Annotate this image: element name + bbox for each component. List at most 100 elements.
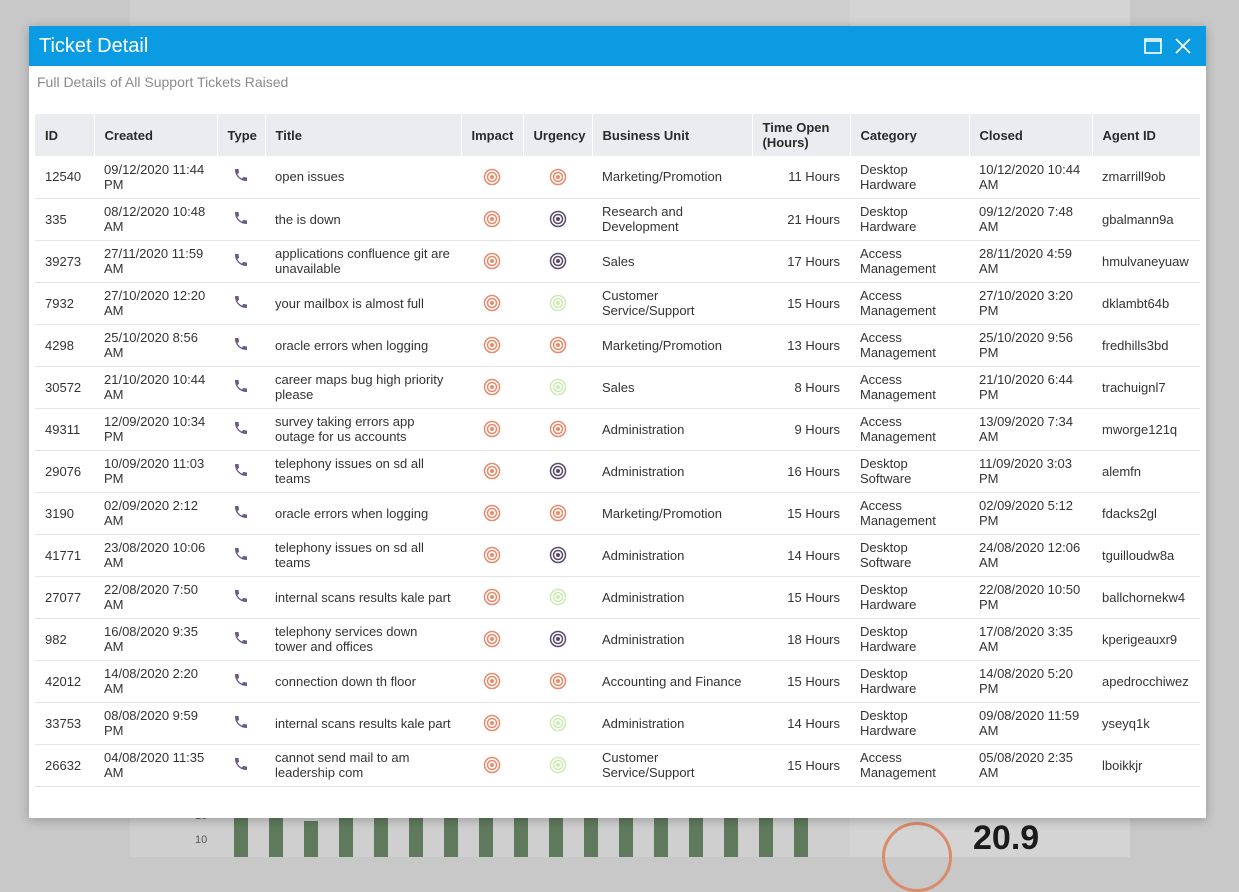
table-row[interactable]: 30572 21/10/2020 10:44 AM career maps bug …	[35, 366, 1200, 409]
maximize-button[interactable]	[1140, 33, 1166, 59]
cell-created: 25/10/2020 8:56 AM	[94, 324, 217, 367]
column-header-category[interactable]: Category	[850, 114, 970, 156]
cell-impact	[461, 240, 523, 283]
table-row[interactable]: 39273 27/11/2020 11:59 AM applications con…	[35, 240, 1200, 283]
background-bar	[479, 818, 493, 857]
cell-title: connection down th floor	[265, 660, 461, 703]
table-row[interactable]: 7932 27/10/2020 12:20 AM your mailbox is a…	[35, 282, 1200, 325]
cell-closed: 02/09/2020 5:12 PM	[969, 492, 1092, 535]
cell-id: 26632	[35, 744, 94, 787]
column-header-id[interactable]: ID	[35, 114, 95, 156]
phone-icon	[235, 253, 247, 266]
cell-category: Desktop Hardware	[850, 156, 969, 199]
impact-orange-icon	[483, 462, 501, 480]
table-row[interactable]: 29076 10/09/2020 11:03 PM telephony issues…	[35, 450, 1200, 493]
table-row[interactable]: 42012 14/08/2020 2:20 AM connection down t…	[35, 660, 1200, 703]
cell-hours: 14 Hours	[752, 702, 850, 745]
background-bar	[514, 818, 528, 857]
impact-orange-icon	[483, 252, 501, 270]
table-row[interactable]: 335 08/12/2020 10:48 AM the is down Researc…	[35, 198, 1200, 241]
column-header-time-open-hours[interactable]: Time Open (Hours)	[752, 114, 851, 156]
cell-title: telephony services down tower and office…	[265, 618, 461, 661]
column-header-closed[interactable]: Closed	[969, 114, 1093, 156]
impact-orange-icon	[483, 168, 501, 185]
impact-orange-icon	[483, 714, 501, 732]
cell-category: Access Management	[850, 744, 969, 787]
background-bar-chart	[230, 818, 815, 857]
column-header-urgency[interactable]: Urgency	[523, 114, 593, 156]
cell-hours: 9 Hours	[752, 408, 850, 451]
urgency-orange-icon	[549, 168, 566, 185]
phone-icon	[235, 631, 247, 644]
table-row[interactable]: 982 16/08/2020 9:35 AM telephony services …	[35, 618, 1200, 661]
cell-title: open issues	[265, 156, 461, 199]
column-header-type[interactable]: Type	[217, 114, 266, 156]
cell-closed: 21/10/2020 6:44 PM	[969, 366, 1092, 409]
column-header-title[interactable]: Title	[265, 114, 462, 156]
background-bar	[759, 818, 773, 857]
background-bar	[689, 818, 703, 857]
cell-category: Desktop Hardware	[850, 576, 969, 619]
background-bar	[269, 818, 283, 857]
table-row[interactable]: 3190 02/09/2020 2:12 AM oracle errors when…	[35, 492, 1200, 535]
cell-type	[217, 282, 265, 325]
cell-type	[217, 660, 265, 703]
cell-agent: kperigeauxr9	[1092, 618, 1200, 661]
urgency-green-icon	[549, 294, 566, 312]
cell-hours: 15 Hours	[752, 492, 850, 535]
cell-hours: 8 Hours	[752, 366, 850, 409]
impact-orange-icon	[483, 588, 501, 606]
column-header-created[interactable]: Created	[94, 114, 218, 156]
cell-created: 04/08/2020 11:35 AM	[94, 744, 217, 787]
close-button[interactable]	[1170, 33, 1196, 59]
cell-unit: Sales	[592, 366, 752, 409]
cell-agent: hmulvaneyuaw	[1092, 240, 1200, 283]
background-bar	[794, 818, 808, 857]
impact-orange-icon	[483, 630, 501, 648]
table-row[interactable]: 26632 04/08/2020 11:35 AM cannot send mail…	[35, 744, 1200, 787]
background-bar	[444, 818, 458, 857]
column-header-business-unit[interactable]: Business Unit	[592, 114, 753, 156]
column-header-impact[interactable]: Impact	[461, 114, 524, 156]
table-row[interactable]: 27077 22/08/2020 7:50 AM internal scans re…	[35, 576, 1200, 619]
cell-hours: 16 Hours	[752, 450, 850, 493]
cell-impact	[461, 618, 523, 661]
background-bar	[409, 818, 423, 857]
table-row[interactable]: 41771 23/08/2020 10:06 AM telephony issues…	[35, 534, 1200, 577]
table-row[interactable]: 12540 09/12/2020 11:44 PM open issues Marke…	[35, 156, 1200, 199]
impact-orange-icon	[483, 504, 501, 522]
background-bar	[654, 818, 668, 857]
dialog-subtitle: Full Details of All Support Tickets Rais…	[37, 74, 289, 90]
cell-unit: Marketing/Promotion	[592, 492, 752, 535]
cell-impact	[461, 492, 523, 535]
cell-agent: zmarrill9ob	[1092, 156, 1200, 199]
phone-icon	[235, 211, 247, 224]
cell-agent: lboikkjr	[1092, 744, 1200, 787]
cell-closed: 09/08/2020 11:59 AM	[969, 702, 1092, 745]
phone-icon	[235, 169, 247, 182]
urgency-purple-icon	[549, 630, 566, 648]
dialog-header: Ticket Detail	[29, 26, 1206, 66]
column-header-agent-id[interactable]: Agent ID	[1092, 114, 1201, 156]
urgency-purple-icon	[549, 210, 566, 228]
urgency-green-icon	[549, 588, 566, 606]
cell-created: 21/10/2020 10:44 AM	[94, 366, 217, 409]
phone-icon	[235, 589, 247, 602]
cell-category: Access Management	[850, 366, 969, 409]
cell-unit: Marketing/Promotion	[592, 324, 752, 367]
cell-category: Access Management	[850, 324, 969, 367]
cell-unit: Administration	[592, 618, 752, 661]
cell-created: 10/09/2020 11:03 PM	[94, 450, 217, 493]
cell-category: Access Management	[850, 282, 969, 325]
urgency-purple-icon	[549, 546, 566, 564]
table-row[interactable]: 49311 12/09/2020 10:34 PM survey taking er…	[35, 408, 1200, 451]
cell-urgency	[523, 660, 592, 703]
table-row[interactable]: 33753 08/08/2020 9:59 PM internal scans re…	[35, 702, 1200, 745]
impact-orange-icon	[483, 672, 501, 690]
cell-hours: 11 Hours	[752, 156, 850, 199]
cell-agent: gbalmann9a	[1092, 198, 1200, 241]
cell-agent: mworge121q	[1092, 408, 1200, 451]
cell-type	[217, 534, 265, 577]
table-row[interactable]: 4298 25/10/2020 8:56 AM oracle errors when…	[35, 324, 1200, 367]
table-header: ID Created Type Title Impact Urgency Business …	[35, 114, 1201, 156]
